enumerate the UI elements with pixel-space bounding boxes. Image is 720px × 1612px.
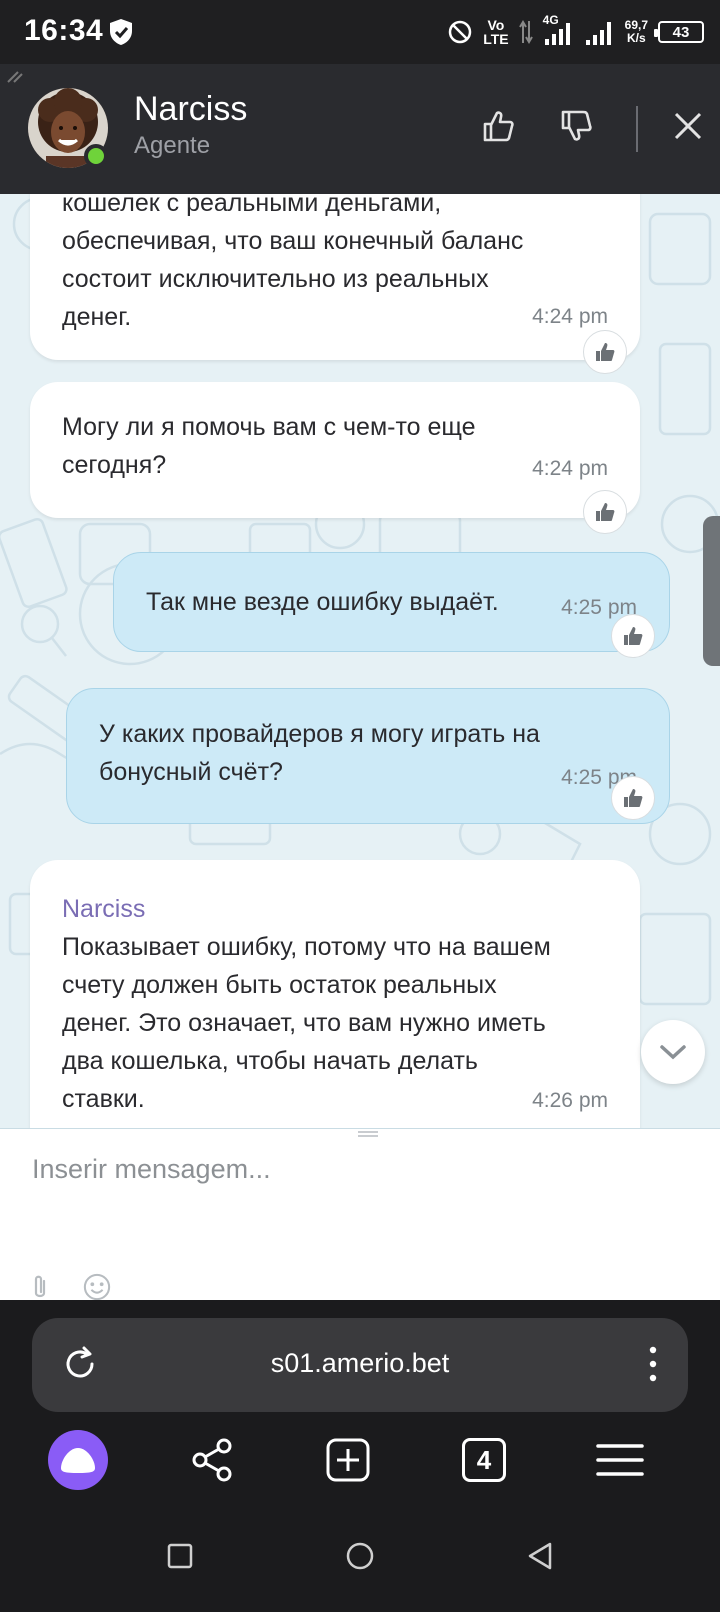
message-bubble-agent: кошелек с реальными деньгами, обеспечива… [30, 194, 640, 360]
thumbs-down-button[interactable] [554, 104, 598, 148]
share-button[interactable] [180, 1428, 244, 1492]
square-icon [167, 1543, 193, 1569]
circle-icon [346, 1542, 374, 1570]
hamburger-menu-icon [596, 1444, 644, 1476]
message-line: сегодня? [62, 451, 167, 479]
message-line: Показывает ошибку, потому что на вашем [62, 933, 551, 961]
like-message-button[interactable] [611, 776, 655, 820]
alice-assistant-button[interactable] [46, 1428, 110, 1492]
message-bubble-agent: Narciss Показывает ошибку, потому что на… [30, 860, 640, 1128]
thumbs-up-icon [624, 627, 643, 645]
thumbs-down-icon [561, 110, 592, 141]
message-timestamp: 4:24 pm [532, 457, 608, 480]
chat-header: Narciss Agente [0, 64, 720, 194]
like-message-button[interactable] [583, 490, 627, 534]
message-line: два кошелька, чтобы начать делать [62, 1047, 478, 1075]
thumbs-up-icon [483, 111, 514, 142]
chevron-down-icon [660, 1045, 686, 1060]
address-bar[interactable]: s01.amerio.bet [32, 1318, 688, 1412]
like-message-button[interactable] [611, 614, 655, 658]
battery-indicator: 43 [654, 21, 704, 43]
message-line: счету должен быть остаток реальных [62, 971, 497, 999]
message-line: Так мне везде ошибку выдаёт. [146, 588, 499, 616]
message-line: кошелек с реальными деньгами, [62, 194, 442, 217]
message-line: У каких провайдеров я могу играть на [99, 720, 540, 748]
agent-name: Narciss [134, 90, 248, 128]
message-sender-name: Narciss [62, 895, 146, 923]
browser-chrome: s01.amerio.bet 4 [0, 1300, 720, 1500]
online-status-dot [84, 144, 108, 168]
message-input[interactable] [32, 1149, 682, 1189]
clock: 16:34 [24, 14, 104, 47]
message-line: состоит исключительно из реальных [62, 265, 489, 293]
message-composer [0, 1128, 720, 1301]
browser-toolbar: 4 [0, 1420, 720, 1500]
chat-messages-area[interactable]: кошелек с реальными деньгами, обеспечива… [0, 194, 720, 1128]
url-text: s01.amerio.bet [270, 1348, 450, 1378]
message-bubble-user: У каких провайдеров я могу играть на бон… [66, 688, 670, 824]
message-timestamp: 4:26 pm [532, 1089, 608, 1112]
like-message-button[interactable] [583, 330, 627, 374]
main-menu-button[interactable] [588, 1428, 652, 1492]
scrollbar-thumb[interactable] [703, 516, 720, 666]
back-button[interactable] [520, 1536, 560, 1576]
message-line: денег. Это означает, что вам нужно иметь [62, 1009, 546, 1037]
thumbs-up-button[interactable] [476, 104, 520, 148]
paperclip-icon[interactable] [28, 1273, 52, 1301]
recent-apps-button[interactable] [160, 1536, 200, 1576]
volte-indicator: Vo LTE [483, 17, 509, 47]
message-line: бонусный счёт? [99, 758, 283, 786]
thumbs-up-icon [596, 503, 615, 521]
network-speed: 69,7 K/s [624, 18, 648, 45]
alice-icon [48, 1430, 108, 1490]
close-icon [674, 112, 702, 140]
signal-bars-icon [544, 23, 570, 45]
status-icons: Vo LTE 4G 69,7 K/s 43 [447, 12, 704, 52]
triangle-back-icon [528, 1542, 552, 1570]
tabs-button[interactable]: 4 [452, 1428, 516, 1492]
signal-4g: 4G [543, 13, 575, 47]
thumbs-up-icon [624, 789, 643, 807]
thumbs-up-icon [596, 343, 615, 361]
home-button[interactable] [340, 1536, 380, 1576]
emoji-icon[interactable] [82, 1273, 112, 1301]
composer-resize-grip-icon[interactable] [358, 1130, 378, 1138]
new-tab-button[interactable] [316, 1428, 380, 1492]
scroll-to-bottom-button[interactable] [641, 1020, 705, 1084]
shield-icon [110, 19, 132, 45]
message-bubble-agent: Могу ли я помочь вам с чем-то еще сегодн… [30, 382, 640, 518]
data-arrows-icon [518, 20, 533, 44]
tab-count: 4 [462, 1438, 506, 1482]
message-bubble-user: Так мне везде ошибку выдаёт. 4:25 pm [113, 552, 670, 652]
close-chat-button[interactable] [666, 104, 710, 148]
more-menu-icon[interactable] [648, 1344, 658, 1384]
do-not-disturb-icon [448, 20, 472, 44]
message-line: обеспечивая, что ваш конечный баланс [62, 227, 524, 255]
agent-role: Agente [134, 132, 211, 159]
status-bar: 16:34 Vo LTE 4G 69,7 K/s 43 [0, 0, 720, 64]
header-divider [636, 106, 638, 152]
signal-bars-icon [585, 22, 611, 45]
share-icon [192, 1438, 232, 1482]
system-navigation-bar [0, 1500, 720, 1612]
message-line: Могу ли я помочь вам с чем-то еще [62, 413, 476, 441]
plus-box-icon [326, 1438, 370, 1482]
resize-grip-icon[interactable] [6, 70, 24, 84]
